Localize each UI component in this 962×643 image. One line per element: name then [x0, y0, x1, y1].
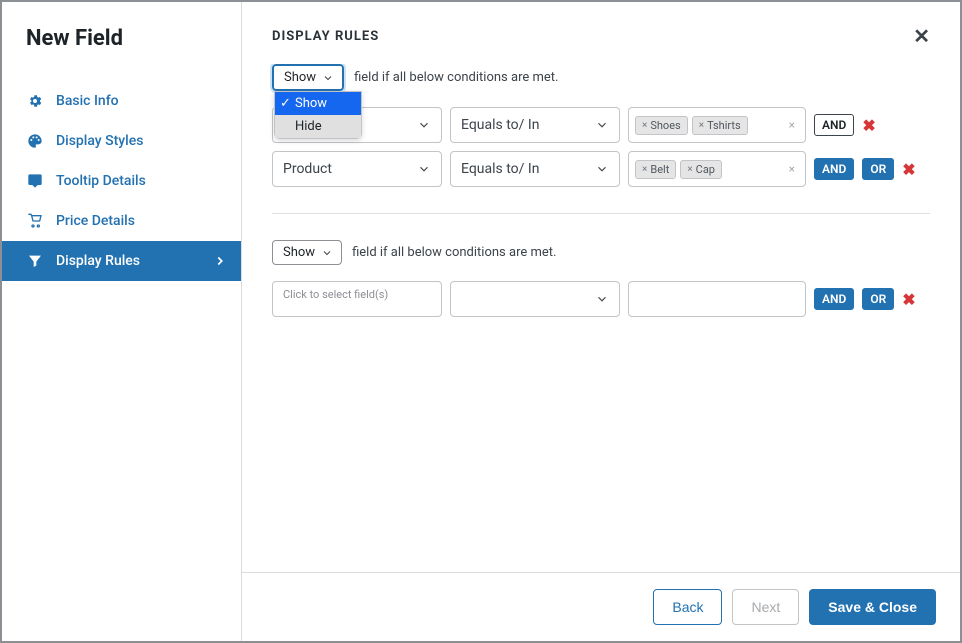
sidebar-item-price-details[interactable]: Price Details: [2, 201, 241, 241]
back-button[interactable]: Back: [653, 589, 722, 625]
help-text: field if all below conditions are met.: [352, 245, 556, 260]
footer: Back Next Save & Close: [242, 572, 960, 641]
remove-rule-button[interactable]: ✖: [902, 160, 915, 179]
chevron-down-icon: [322, 72, 334, 84]
tag[interactable]: × Cap: [680, 160, 722, 179]
tag[interactable]: ×Shoes: [635, 116, 688, 135]
remove-icon: ✖: [902, 290, 915, 309]
field-select[interactable]: Product: [272, 151, 442, 187]
clear-tags-icon[interactable]: ×: [789, 162, 799, 176]
page-title: New Field: [2, 2, 241, 75]
operator-select[interactable]: [450, 281, 620, 317]
remove-icon: ✖: [862, 116, 875, 135]
operator-select[interactable]: Equals to/ In: [450, 151, 620, 187]
chevron-right-icon: [213, 254, 227, 268]
or-button[interactable]: OR: [862, 288, 894, 310]
sidebar-item-tooltip-details[interactable]: Tooltip Details: [2, 161, 241, 201]
field-select[interactable]: Click to select field(s): [272, 281, 442, 317]
panel-body: Show Show Hide field if all below condit…: [242, 64, 960, 572]
value-tags-input[interactable]: ×Belt ×Cap ×: [628, 151, 806, 187]
help-text: field if all below conditions are met.: [354, 70, 558, 85]
main-inner: DISPLAY RULES ✕ Show: [242, 2, 960, 641]
close-button[interactable]: ✕: [913, 26, 930, 46]
sidebar-item-label: Display Styles: [56, 133, 143, 149]
tag-label: Belt: [650, 163, 669, 176]
and-button[interactable]: AND: [814, 288, 854, 310]
tag[interactable]: ×Belt: [635, 160, 676, 179]
field-value: Product: [283, 161, 332, 177]
chevron-down-icon: [417, 162, 431, 176]
tag-label: Shoes: [650, 119, 680, 132]
rule-group: Show field if all below conditions are m…: [272, 240, 930, 317]
tag-remove-icon[interactable]: ×: [642, 164, 647, 175]
rule-row: Click to select field(s) AND OR ✖: [272, 281, 930, 317]
action-select[interactable]: Show Show Hide: [272, 64, 344, 91]
sidebar-item-display-styles[interactable]: Display Styles: [2, 121, 241, 161]
tag-remove-icon[interactable]: ×: [699, 120, 704, 131]
next-button[interactable]: Next: [732, 589, 799, 625]
and-button[interactable]: AND: [814, 158, 854, 180]
body-row: New Field Basic Info Display Styles: [2, 2, 960, 641]
sidebar-nav: Basic Info Display Styles Tooltip Detail…: [2, 75, 241, 281]
sidebar-item-label: Basic Info: [56, 93, 119, 109]
operator-value: Equals to/ In: [461, 117, 539, 133]
and-button[interactable]: AND: [814, 114, 854, 136]
tag-remove-icon[interactable]: ×: [642, 120, 647, 131]
chevron-down-icon: [321, 247, 333, 259]
close-icon: ✕: [913, 24, 930, 48]
value-tags-input[interactable]: [628, 281, 806, 317]
tag-label: Cap: [696, 163, 715, 176]
remove-icon: ✖: [902, 160, 915, 179]
panel-title: DISPLAY RULES: [272, 29, 379, 44]
or-button[interactable]: OR: [862, 158, 894, 180]
sidebar-item-label: Price Details: [56, 213, 135, 229]
action-select[interactable]: Show: [272, 240, 342, 265]
save-close-button[interactable]: Save & Close: [809, 589, 936, 625]
gear-icon: [26, 92, 44, 110]
remove-rule-button[interactable]: ✖: [862, 116, 875, 135]
field-placeholder: Click to select field(s): [283, 288, 388, 301]
main-panel: DISPLAY RULES ✕ Show: [242, 2, 960, 641]
palette-icon: [26, 132, 44, 150]
sidebar-item-label: Display Rules: [56, 253, 140, 269]
chevron-down-icon: [595, 118, 609, 132]
value-tags-input[interactable]: ×Shoes ×Tshirts ×: [628, 107, 806, 143]
remove-rule-button[interactable]: ✖: [902, 290, 915, 309]
cart-icon: [26, 212, 44, 230]
chevron-down-icon: [417, 118, 431, 132]
select-value: Show: [284, 70, 316, 85]
new-field-modal: New Field Basic Info Display Styles: [0, 0, 962, 643]
tag-label: Tshirts: [707, 119, 741, 132]
sidebar-item-basic-info[interactable]: Basic Info: [2, 81, 241, 121]
operator-value: Equals to/ In: [461, 161, 539, 177]
group-header: Show Show Hide field if all below condit…: [272, 64, 930, 91]
filter-icon: [26, 252, 44, 270]
rule-group: Show Show Hide field if all below condit…: [272, 64, 930, 187]
select-value: Show: [283, 245, 315, 260]
chat-icon: [26, 172, 44, 190]
tag-remove-icon[interactable]: ×: [687, 164, 692, 175]
group-header: Show field if all below conditions are m…: [272, 240, 930, 265]
tag[interactable]: ×Tshirts: [692, 116, 748, 135]
sidebar-item-label: Tooltip Details: [56, 173, 146, 189]
rule-row: Product Equals to/ In ×Belt ×Cap ×: [272, 151, 930, 187]
chevron-down-icon: [595, 292, 609, 306]
dropdown-option-show[interactable]: Show: [275, 92, 361, 115]
chevron-down-icon: [595, 162, 609, 176]
panel-header: DISPLAY RULES ✕: [242, 2, 960, 64]
sidebar-item-display-rules[interactable]: Display Rules: [2, 241, 241, 281]
action-dropdown: Show Hide: [274, 91, 362, 139]
sidebar: New Field Basic Info Display Styles: [2, 2, 242, 641]
dropdown-option-hide[interactable]: Hide: [275, 115, 361, 138]
rule-row: Category Equals to/ In ×Shoes ×Tshirts ×: [272, 107, 930, 143]
clear-tags-icon[interactable]: ×: [789, 118, 799, 132]
operator-select[interactable]: Equals to/ In: [450, 107, 620, 143]
group-divider: [272, 213, 930, 214]
